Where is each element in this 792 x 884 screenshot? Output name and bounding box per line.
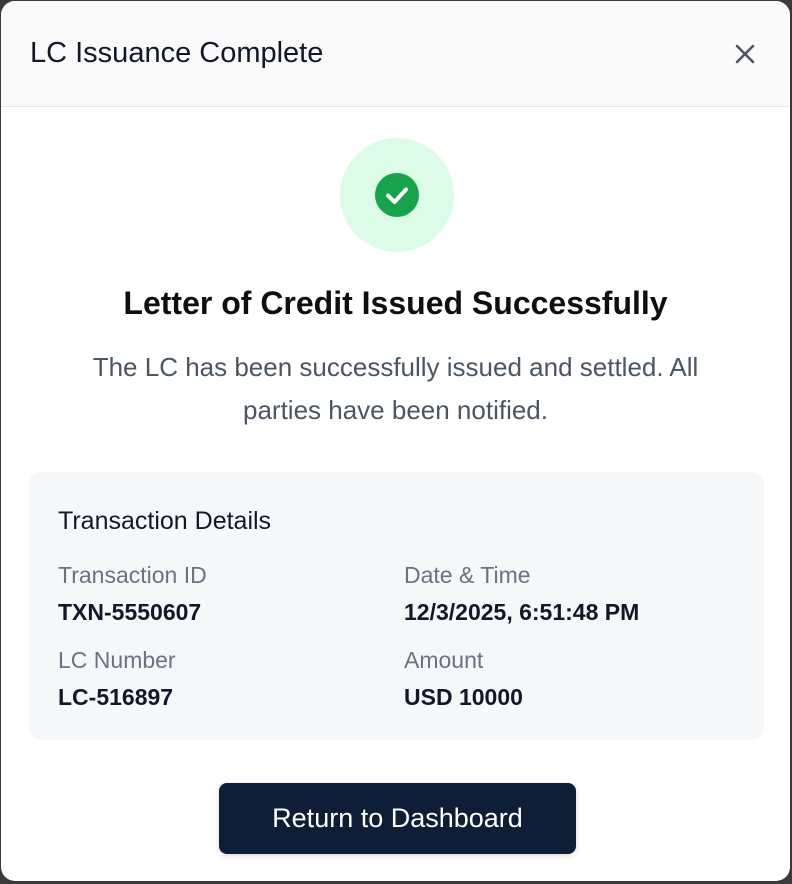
date-time-value: 12/3/2025, 6:51:48 PM <box>404 599 640 625</box>
date-time-label: Date & Time <box>404 562 531 588</box>
transaction-id-value: TXN-5550607 <box>58 599 202 625</box>
lc-issuance-modal: LC Issuance Complete Letter of Credit Is… <box>1 1 790 881</box>
modal-title: LC Issuance Complete <box>30 37 324 69</box>
amount-label: Amount <box>404 647 484 673</box>
modal-body: Letter of Credit Issued Successfully The… <box>1 107 790 881</box>
success-headline: Letter of Credit Issued Successfully <box>123 285 668 321</box>
success-badge <box>340 138 454 252</box>
details-title: Transaction Details <box>58 507 272 535</box>
transaction-details-panel: Transaction Details Transaction ID TXN-5… <box>29 472 764 740</box>
transaction-id-label: Transaction ID <box>58 562 207 588</box>
check-circle-icon <box>375 173 419 217</box>
modal-header: LC Issuance Complete <box>1 1 790 107</box>
amount-value: USD 10000 <box>404 684 523 710</box>
return-to-dashboard-button[interactable]: Return to Dashboard <box>219 783 576 854</box>
success-message: The LC has been successfully issued and … <box>92 352 699 425</box>
close-icon <box>735 44 755 63</box>
lc-number-label: LC Number <box>58 647 176 673</box>
close-button[interactable] <box>730 39 760 69</box>
lc-number-value: LC-516897 <box>58 684 174 710</box>
